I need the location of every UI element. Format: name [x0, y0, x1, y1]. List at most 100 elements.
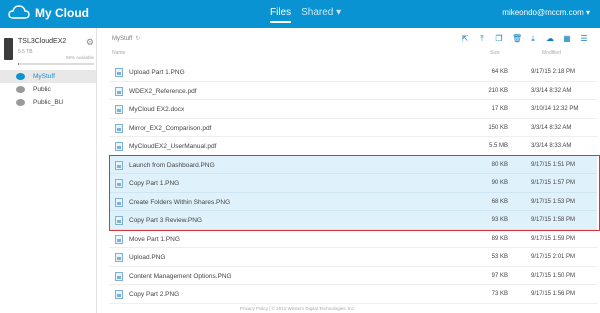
file-modified: 9/17/15 1:58 PM: [531, 217, 576, 223]
nav-files-tab[interactable]: Files: [270, 7, 292, 23]
gear-icon[interactable]: ⚙: [86, 37, 94, 48]
file-row[interactable]: Launch from Dashboard.PNG 80 KB 9/17/15 1:…: [109, 155, 597, 174]
file-name: MyCloud EX2.docx: [129, 106, 185, 113]
share-folder-icon: [16, 73, 25, 80]
file-name: Copy Part 3 Review.PNG: [129, 217, 202, 224]
file-name: Content Management Options.PNG: [129, 272, 232, 280]
device-size: 5.5 TB: [18, 49, 33, 55]
file-icon: [115, 197, 123, 207]
file-name: Copy Part 2.PNG: [129, 291, 180, 298]
file-size: 90 KB: [491, 180, 508, 186]
nas-device-icon: [4, 38, 13, 60]
grid-view-icon[interactable]: ▦: [563, 35, 571, 43]
file-row[interactable]: Content Management Options.PNG 97 KB 9/17/…: [109, 267, 597, 285]
main-nav: Files Shared ▾: [270, 7, 341, 23]
file-modified: 3/3/14 8:33 AM: [531, 143, 572, 149]
upload-icon[interactable]: ⤒: [478, 35, 486, 43]
file-icon: [115, 234, 123, 244]
toolbar: ⇱ ⤒ ❐ 🗑 ⤓ ☁ ▦ ☰: [461, 35, 588, 43]
capacity-bar: [18, 63, 94, 65]
device-card: TSL3CloudEX2 5.5 TB ⚙ 99% available: [4, 36, 94, 66]
download-icon[interactable]: ⤓: [529, 35, 537, 43]
file-modified: 3/3/14 8:32 AM: [531, 87, 572, 94]
file-row[interactable]: WDEX2_Reference.pdf 210 KB 3/3/14 8:32 AM: [109, 82, 597, 100]
file-row[interactable]: Upload Part 1.PNG 64 KB 9/17/15 2:18 PM: [109, 63, 597, 82]
file-row[interactable]: Move Part 1.PNG 89 KB 9/17/15 1:59 PM: [109, 230, 597, 248]
file-browser: MyStuff ↻ ⇱ ⤒ ❐ 🗑 ⤓ ☁ ▦ ☰ Name Size Modified Upl…: [97, 28, 600, 313]
file-row[interactable]: Mirror_EX2_Comparison.pdf 150 KB 3/3/14 8:…: [109, 119, 597, 137]
file-icon: [115, 105, 123, 114]
sidebar: TSL3CloudEX2 5.5 TB ⚙ 99% available MySt…: [0, 28, 97, 313]
file-name: Create Folders Within Shares.PNG: [129, 198, 231, 206]
file-row[interactable]: Upload.PNG 53 KB 9/17/15 2:01 PM: [109, 248, 597, 267]
share-item[interactable]: Public: [0, 83, 96, 96]
file-size: 97 KB: [491, 272, 508, 279]
file-modified: 9/17/15 1:53 PM: [531, 198, 576, 205]
column-modified-header[interactable]: Modified: [542, 50, 561, 56]
file-modified: 3/10/14 12:32 PM: [531, 106, 579, 112]
file-row[interactable]: Copy Part 3 Review.PNG 93 KB 9/17/15 1:58 …: [109, 211, 597, 230]
list-view-icon[interactable]: ☰: [580, 35, 588, 43]
footer: Privacy Policy | © 2013 Western Digital …: [240, 306, 356, 311]
file-icon: [115, 271, 123, 281]
delete-icon[interactable]: 🗑: [512, 35, 522, 43]
file-modified: 3/3/14 8:32 AM: [531, 124, 572, 131]
brand[interactable]: My Cloud: [8, 5, 89, 20]
breadcrumb-current[interactable]: MyStuff: [112, 36, 132, 42]
breadcrumb: MyStuff ↻: [112, 35, 140, 42]
refresh-icon[interactable]: ↻: [135, 36, 140, 42]
file-row[interactable]: MyCloud EX2.docx 17 KB 3/10/14 12:32 PM: [109, 100, 597, 119]
file-icon: [115, 123, 123, 133]
share-item-label: Public_BU: [33, 99, 64, 106]
share-folder-icon: [16, 86, 25, 93]
device-available: 99% available: [65, 55, 94, 60]
file-modified: 9/17/15 1:56 PM: [531, 291, 576, 297]
share-item-label: Public: [33, 86, 51, 93]
app-name: My Cloud: [35, 5, 89, 20]
user-menu[interactable]: mikeondo@mccm.com ▾: [502, 8, 590, 17]
file-size: 53 KB: [491, 254, 508, 260]
share-item[interactable]: Public_BU: [0, 96, 96, 109]
file-size: 64 KB: [491, 69, 508, 75]
file-icon: [115, 290, 123, 299]
file-modified: 9/17/15 1:57 PM: [531, 180, 576, 186]
column-header: Name Size Modified: [112, 50, 592, 60]
file-row[interactable]: MyCloudEX2_UserManual.pdf 5.5 MB 3/3/14 8:…: [109, 137, 597, 156]
file-name: Upload Part 1.PNG: [129, 69, 185, 76]
file-size: 89 KB: [491, 235, 508, 242]
file-row[interactable]: Create Folders Within Shares.PNG 68 KB 9/1…: [109, 192, 597, 211]
share-list: MyStuff Public Public_BU: [0, 70, 96, 109]
file-modified: 9/17/15 1:50 PM: [531, 272, 576, 279]
file-size: 68 KB: [491, 198, 508, 205]
share-item-label: MyStuff: [33, 73, 55, 80]
file-row[interactable]: Copy Part 1.PNG 90 KB 9/17/15 1:57 PM: [109, 174, 597, 193]
nav-shared-tab[interactable]: Shared ▾: [301, 7, 341, 23]
share-item[interactable]: MyStuff: [0, 70, 96, 83]
cloud-icon[interactable]: ☁: [546, 35, 554, 43]
file-icon: [115, 253, 123, 262]
file-modified: 9/17/15 1:59 PM: [531, 235, 576, 242]
file-size: 80 KB: [491, 161, 508, 168]
file-icon: [115, 86, 123, 96]
file-icon: [115, 68, 123, 77]
file-icon: [115, 179, 123, 188]
file-row[interactable]: Copy Part 2.PNG 73 KB 9/17/15 1:56 PM: [109, 285, 597, 304]
file-name: Mirror_EX2_Comparison.pdf: [129, 124, 212, 132]
device-name: TSL3CloudEX2: [18, 38, 67, 45]
file-size: 210 KB: [488, 87, 508, 94]
file-size: 150 KB: [488, 124, 508, 131]
column-name-header[interactable]: Name: [112, 50, 125, 56]
file-icon: [115, 216, 123, 225]
file-size: 93 KB: [491, 217, 508, 223]
column-size-header[interactable]: Size: [490, 50, 500, 56]
file-icon: [115, 160, 123, 170]
file-modified: 9/17/15 2:18 PM: [531, 69, 576, 75]
file-name: Launch from Dashboard.PNG: [129, 161, 215, 169]
capacity-fill: [18, 63, 19, 65]
share-icon[interactable]: ⇱: [461, 35, 469, 43]
file-name: MyCloudEX2_UserManual.pdf: [129, 143, 217, 150]
file-name: Move Part 1.PNG: [129, 235, 180, 243]
file-list: Upload Part 1.PNG 64 KB 9/17/15 2:18 PM WDE…: [109, 63, 597, 304]
file-name: Upload.PNG: [129, 254, 166, 261]
copy-icon[interactable]: ❐: [495, 35, 503, 43]
